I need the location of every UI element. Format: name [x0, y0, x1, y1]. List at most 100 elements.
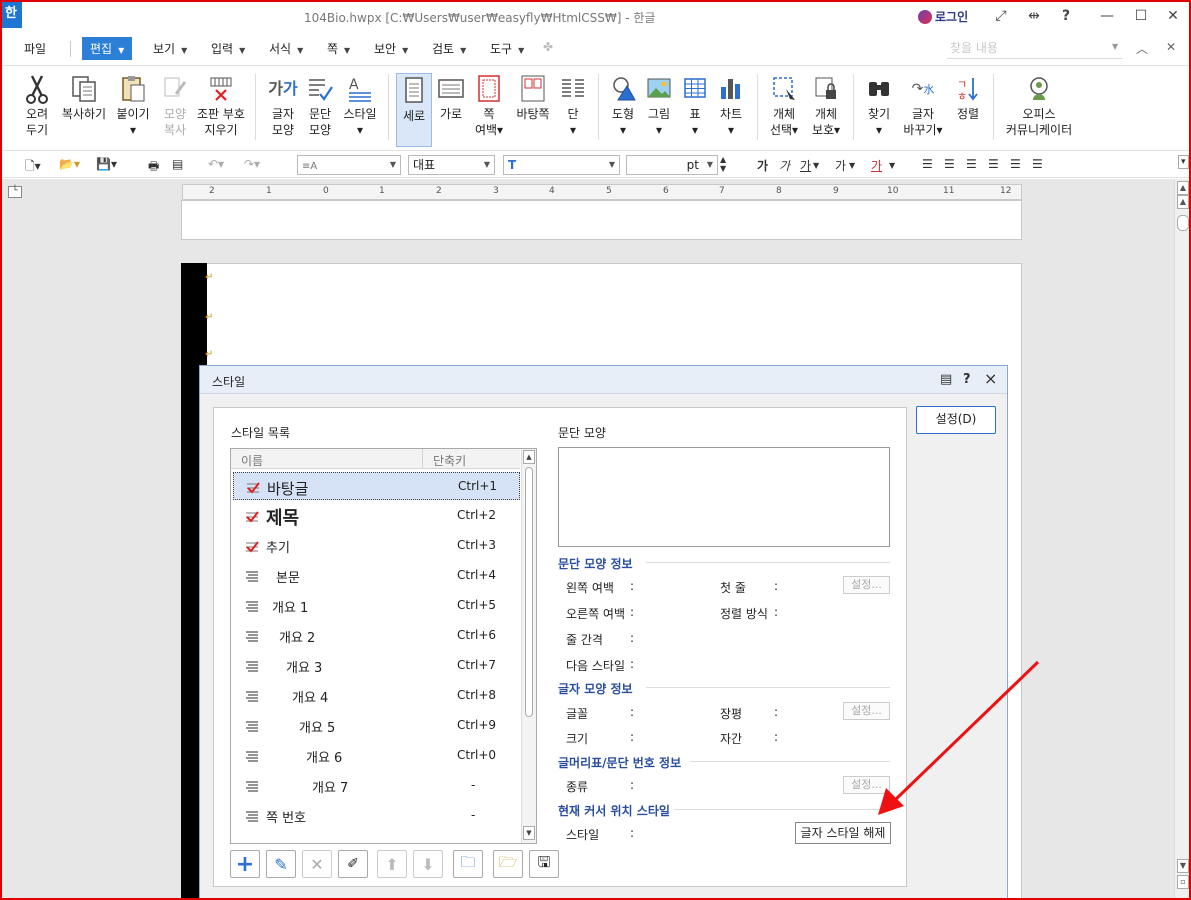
menu-tools[interactable]: 도구 ▼	[490, 40, 524, 57]
clear-char-style-button[interactable]: 글자 스타일 해제	[795, 822, 891, 844]
replace-button[interactable]: ↷水 글자 바꾸기▾	[899, 72, 947, 138]
list-scroll-thumb[interactable]	[525, 467, 533, 717]
add-style-button[interactable]: +	[230, 850, 260, 878]
font-select[interactable]: T ▼	[503, 155, 620, 175]
protect-object-button[interactable]: 개체 보호▾	[806, 72, 846, 138]
help-icon[interactable]: ?	[1056, 6, 1076, 26]
style-select[interactable]: ≡A ▼	[297, 155, 401, 175]
language-select[interactable]: 대표 ▼	[408, 155, 495, 175]
scroll-down-icon[interactable]: ▼	[1177, 859, 1189, 873]
underline-button[interactable]: 가	[800, 157, 811, 174]
align-left-icon[interactable]: ☰	[944, 157, 955, 171]
menu-file[interactable]: 파일	[24, 40, 46, 57]
font-size-input[interactable]: pt ▼	[626, 155, 718, 175]
minimize-icon[interactable]: —	[1097, 6, 1117, 26]
list-scroll-down-icon[interactable]: ▼	[523, 826, 535, 840]
new-document-icon[interactable]: 🗋▾	[25, 157, 41, 178]
strike-button[interactable]: 가	[835, 157, 846, 174]
align-justify-icon[interactable]: ☰	[922, 157, 933, 171]
style-list-item[interactable]: 개요 1 Ctrl+5	[233, 592, 520, 620]
dialog-title-bar[interactable]: 스타일 ▤ ? ×	[200, 366, 1007, 394]
move-up-button[interactable]: ⬆	[377, 850, 407, 878]
distribute-icon[interactable]: ☰	[1010, 157, 1021, 171]
close-icon[interactable]: ✕	[1163, 6, 1183, 26]
format-painter-button[interactable]: 모양 복사	[155, 72, 195, 138]
menu-format[interactable]: 서식 ▼	[269, 40, 303, 57]
sort-button[interactable]: ㄱㅎ 정렬	[950, 72, 986, 122]
ruler-corner-icon[interactable]: └	[8, 186, 22, 198]
char-setting-button[interactable]: 설정...	[843, 702, 890, 720]
collapse-up-icon[interactable]: ︿	[1136, 40, 1148, 57]
preview-icon[interactable]: ▤	[172, 157, 183, 171]
redo-icon[interactable]: ↷▾	[244, 157, 260, 171]
dialog-help-icon[interactable]: ?	[963, 372, 971, 387]
landscape-button[interactable]: 가로	[433, 72, 469, 122]
cut-button[interactable]: 오려 두기	[16, 72, 58, 138]
copy-button[interactable]: 복사하기	[58, 72, 110, 122]
para-setting-button[interactable]: 설정...	[843, 576, 890, 594]
vertical-scrollbar[interactable]: ▲ ▲ ▼ ▫	[1174, 179, 1191, 900]
import-style-button[interactable]: 🗀	[453, 850, 483, 878]
login-button[interactable]: 로그인	[918, 8, 968, 25]
toolbar-more-icon[interactable]: ▾	[1178, 155, 1189, 169]
style-list-scrollbar[interactable]: ▲ ▼	[521, 449, 536, 843]
list-scroll-up-icon[interactable]: ▲	[523, 450, 535, 464]
comment-icon[interactable]: ▤	[940, 372, 952, 387]
find-button[interactable]: 찾기 ▾	[862, 72, 896, 138]
menu-security[interactable]: 보안 ▼	[374, 40, 408, 57]
char-shape-button[interactable]: 가가 글자 모양	[264, 72, 302, 138]
scroll-thumb[interactable]	[1177, 215, 1189, 231]
italic-button[interactable]: 가	[779, 157, 790, 174]
style-list-item[interactable]: 본문 Ctrl+4	[233, 562, 520, 590]
setting-button[interactable]: 설정(D)	[916, 406, 996, 434]
style-list-item[interactable]: 개요 6 Ctrl+0	[233, 742, 520, 770]
style-list-item[interactable]: 개요 4 Ctrl+8	[233, 682, 520, 710]
para-shape-button[interactable]: 문단 모양	[302, 72, 338, 138]
bold-button[interactable]: 가	[757, 157, 768, 174]
undo-icon[interactable]: ↶▾	[208, 157, 224, 171]
columns-button[interactable]: 단 ▾	[556, 72, 590, 138]
divide-icon[interactable]: ☰	[1032, 157, 1043, 171]
office-communicator-button[interactable]: 오피스 커뮤니케이터	[1002, 72, 1076, 138]
maximize-icon[interactable]: ☐	[1131, 6, 1151, 26]
scroll-up-icon[interactable]: ▲	[1177, 195, 1189, 209]
portrait-button[interactable]: 세로	[396, 73, 432, 147]
page-margin-button[interactable]: 쪽 여백▾	[470, 72, 508, 138]
dialog-close-icon[interactable]: ×	[984, 369, 997, 388]
menu-page[interactable]: 쪽 ▼	[327, 40, 350, 57]
edit-style-button[interactable]: ✎	[266, 850, 296, 878]
scroll-top-icon[interactable]: ▲	[1177, 181, 1189, 195]
document-page[interactable]	[181, 200, 1022, 240]
delete-style-button[interactable]: ✕	[302, 850, 332, 878]
column-name[interactable]: 이름	[241, 452, 263, 469]
font-color-button[interactable]: 가	[871, 157, 882, 174]
save-icon[interactable]: 💾▾	[96, 157, 117, 171]
picture-button[interactable]: 그림 ▾	[642, 72, 676, 138]
table-button[interactable]: 표 ▾	[678, 72, 712, 138]
style-button[interactable]: A 스타일 ▾	[340, 72, 380, 138]
style-list-item[interactable]: 개요 7 -	[233, 772, 520, 800]
select-object-button[interactable]: 개체 선택▾	[764, 72, 804, 138]
style-list-item[interactable]: 개요 3 Ctrl+7	[233, 652, 520, 680]
master-page-button[interactable]: 바탕쪽	[511, 72, 555, 122]
style-list-item[interactable]: 바탕글 Ctrl+1	[233, 472, 520, 500]
menu-insert[interactable]: 입력 ▼	[211, 40, 245, 57]
style-list-item[interactable]: 쪽 번호 -	[233, 802, 520, 830]
move-down-button[interactable]: ⬇	[413, 850, 443, 878]
style-list[interactable]: 이름 단축키 바탕글 Ctrl+1 제목 Ctrl+2 추기 Ctrl+3 본문 Ctrl+4…	[230, 448, 537, 844]
align-center-icon[interactable]: ☰	[966, 157, 977, 171]
save-style-button[interactable]: 🖫	[529, 850, 559, 878]
size-stepper-icon[interactable]: ▲ ▼	[720, 155, 726, 173]
close-doc-icon[interactable]: ✕	[1166, 40, 1176, 54]
align-right-icon[interactable]: ☰	[988, 157, 999, 171]
column-shortcut[interactable]: 단축키	[422, 449, 520, 469]
menu-view[interactable]: 보기 ▼	[153, 40, 187, 57]
style-list-item[interactable]: 제목 Ctrl+2	[233, 502, 520, 530]
shape-button[interactable]: 도형 ▾	[606, 72, 640, 138]
menu-edit[interactable]: 편집 ▼	[82, 37, 133, 60]
horizontal-ruler[interactable]: 2 1 0 1 2 3 4 5 6 7 8 9 10 11 12	[182, 184, 1022, 200]
page-icon[interactable]: ▫	[1177, 875, 1189, 889]
chart-button[interactable]: 차트 ▾	[714, 72, 748, 138]
fullscreen-icon[interactable]: ⤢	[991, 6, 1011, 26]
search-dropdown-icon[interactable]: ▼	[1112, 42, 1118, 51]
